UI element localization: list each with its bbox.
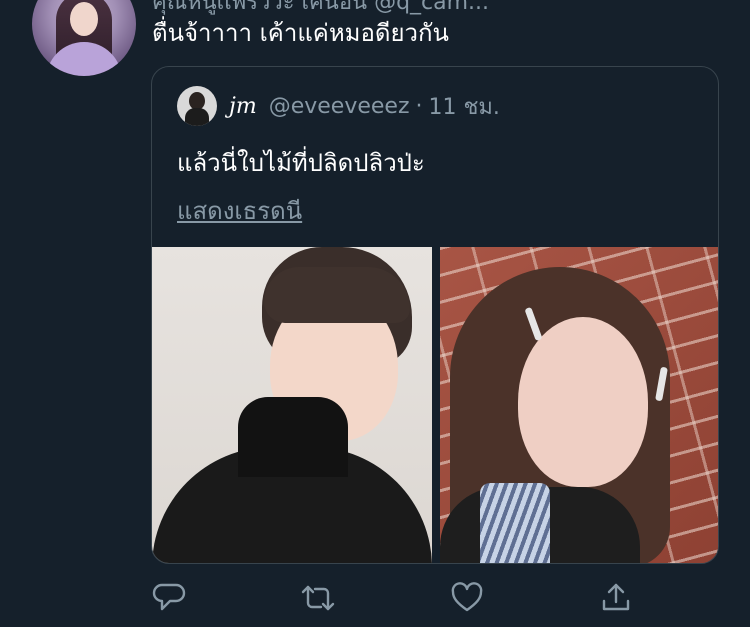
- retweet-icon: [301, 585, 335, 611]
- quoted-author-avatar[interactable]: [177, 86, 217, 126]
- retweet-button[interactable]: [298, 578, 338, 618]
- photo-left-turtleneck: [238, 397, 348, 477]
- quoted-media-grid: [152, 247, 718, 563]
- photo-right-shirt: [480, 483, 550, 563]
- photo-left[interactable]: [152, 247, 432, 563]
- reply-button[interactable]: [149, 578, 189, 618]
- quoted-tweet-card[interactable]: jm @eveeveeez · 11 ชม. แล้วนี่ใบไม้ที่ปล…: [151, 66, 719, 564]
- quoted-tweet-header: jm @eveeveeez · 11 ชม.: [177, 86, 500, 126]
- photo-right[interactable]: [440, 247, 718, 563]
- author-line-partial: คุณหนูเเพรววะ เคนอน @q_cam...: [152, 0, 490, 15]
- author-avatar[interactable]: [32, 0, 136, 76]
- show-thread-link[interactable]: แสดงเธรดนี: [177, 191, 302, 230]
- share-icon: [602, 583, 630, 611]
- tweet-actions: [0, 578, 750, 618]
- reply-icon: [152, 583, 186, 611]
- quoted-tweet-text: แล้วนี่ใบไม้ที่ปลิดปลิวป่ะ: [177, 149, 425, 177]
- photo-right-face: [518, 317, 648, 487]
- avatar-face: [70, 2, 98, 36]
- header-separator: ·: [415, 93, 423, 119]
- share-button[interactable]: [596, 578, 636, 618]
- quoted-author-handle[interactable]: @eveeveeez: [269, 94, 410, 119]
- quoted-tweet-time[interactable]: 11 ชม.: [429, 89, 500, 124]
- quoted-avatar-body: [185, 108, 209, 126]
- tweet-text: ตื่นจ้าาาา เค้าแค่หมอดียวกัน: [152, 19, 449, 47]
- like-button[interactable]: [447, 578, 487, 618]
- photo-left-fringe: [264, 267, 410, 323]
- quoted-author-name[interactable]: jm: [229, 94, 257, 119]
- like-icon: [451, 582, 483, 612]
